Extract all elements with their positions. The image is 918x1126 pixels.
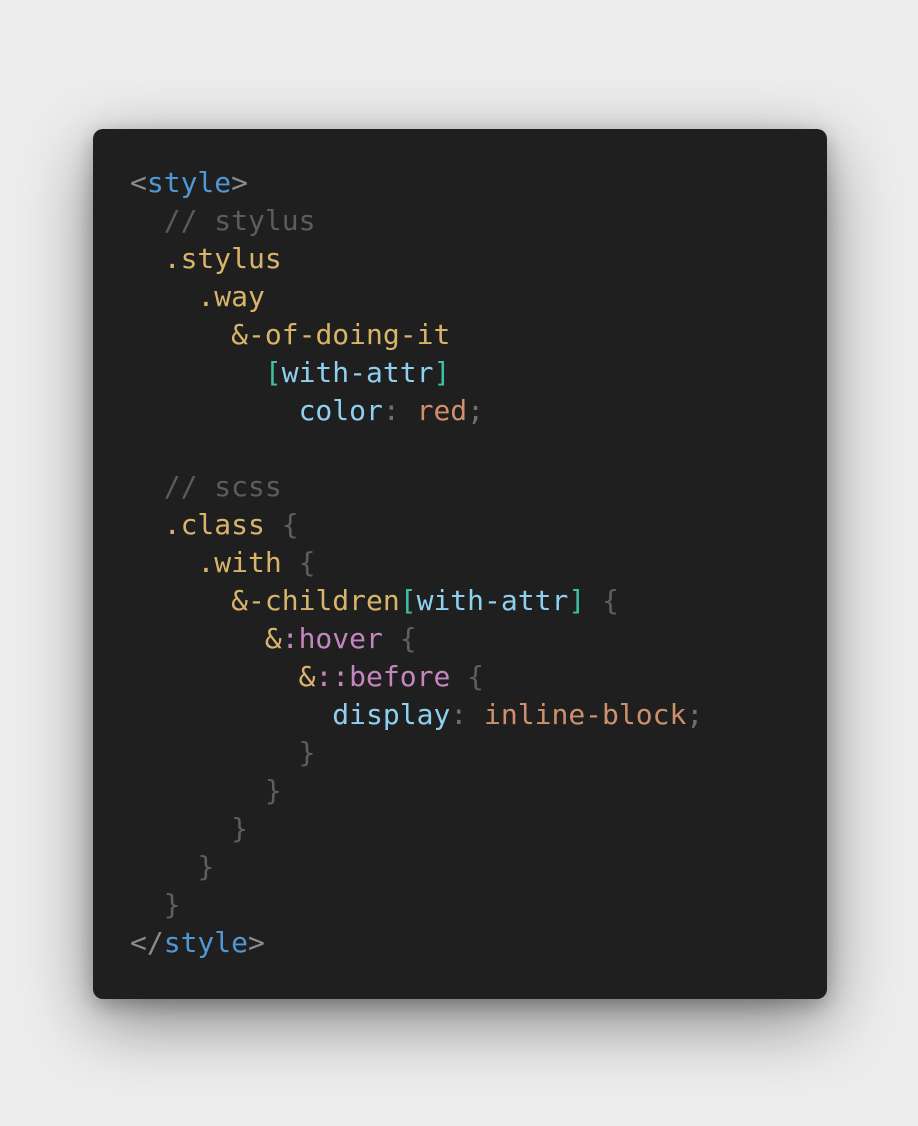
code-line: } <box>130 886 703 924</box>
code-token-brace: { <box>602 584 619 617</box>
code-block: <style> // stylus .stylus .way &-of-doin… <box>130 164 703 962</box>
code-token-value: inline-block <box>484 698 687 731</box>
code-token-punct: ; <box>686 698 704 731</box>
code-token-ws <box>383 622 400 655</box>
code-token-ws <box>282 546 299 579</box>
code-token-attr: with-attr <box>416 584 569 617</box>
code-token-ws <box>130 242 164 275</box>
code-token-selector: .stylus <box>163 242 282 275</box>
code-line: } <box>130 734 703 772</box>
code-line: .with { <box>130 544 703 582</box>
code-token-ws <box>130 470 164 503</box>
code-token-selector: .way <box>197 280 265 313</box>
code-line: // scss <box>130 468 703 506</box>
code-token-ws <box>585 584 602 617</box>
code-token-tagpunct: > <box>248 926 265 959</box>
code-line: </style> <box>130 924 703 962</box>
code-token-brace: } <box>197 850 215 883</box>
code-token-ws <box>130 698 332 731</box>
code-token-selector: &-of-doing-it <box>231 318 451 351</box>
code-token-amp: & <box>264 622 282 655</box>
code-token-bracket: ] <box>433 356 451 389</box>
code-token-ws <box>130 204 164 237</box>
code-line: &-children[with-attr] { <box>130 582 703 620</box>
code-line: color: red; <box>130 392 703 430</box>
code-token-prop: color <box>298 394 383 427</box>
code-token-ws <box>130 318 231 351</box>
code-token-ws <box>450 660 467 693</box>
code-token-bracket: [ <box>264 356 282 389</box>
code-token-brace: } <box>298 736 316 769</box>
code-token-tagpunct: < <box>130 166 147 199</box>
code-token-attr: with-attr <box>281 356 434 389</box>
code-token-tagname: style <box>146 166 232 199</box>
code-token-ws <box>130 660 299 693</box>
code-line: } <box>130 810 703 848</box>
code-token-pseudo: :hover <box>281 622 383 655</box>
code-token-brace: { <box>467 660 485 693</box>
code-token-value: red <box>416 394 468 427</box>
code-token-brace: { <box>281 508 299 541</box>
code-token-ws <box>130 508 164 541</box>
code-token-comment: // stylus <box>163 204 316 237</box>
code-token-bracket: ] <box>568 584 586 617</box>
code-token-punct: : <box>382 394 400 427</box>
code-token-tagpunct: </ <box>130 926 164 959</box>
code-token-ws <box>130 774 265 807</box>
code-token-prop: display <box>332 698 451 731</box>
code-token-selector: &-children <box>231 584 400 617</box>
code-token-brace: { <box>399 622 417 655</box>
code-token-tagname: style <box>163 926 249 959</box>
code-line: // stylus <box>130 202 703 240</box>
code-token-pseudo: ::before <box>315 660 451 693</box>
code-token-ws <box>130 356 265 389</box>
code-line: [with-attr] <box>130 354 703 392</box>
code-snippet-card: <style> // stylus .stylus .way &-of-doin… <box>93 129 827 999</box>
code-token-brace: } <box>231 812 249 845</box>
code-token-punct: ; <box>467 394 485 427</box>
code-line: .way <box>130 278 703 316</box>
code-token-ws <box>130 280 197 313</box>
code-line: &-of-doing-it <box>130 316 703 354</box>
code-token-ws <box>400 394 417 427</box>
code-token-brace: } <box>264 774 282 807</box>
code-token-brace: } <box>163 888 181 921</box>
code-line: display: inline-block; <box>130 696 703 734</box>
code-line: .class { <box>130 506 703 544</box>
code-token-selector: .class <box>163 508 265 541</box>
code-token-brace: { <box>298 546 316 579</box>
code-token-ws <box>130 888 164 921</box>
code-token-tagpunct: > <box>231 166 249 199</box>
code-token-ws <box>467 698 484 731</box>
code-line: &:hover { <box>130 620 703 658</box>
code-token-ws <box>130 622 265 655</box>
code-token-ws <box>130 394 299 427</box>
code-token-comment: // scss <box>163 470 282 503</box>
code-line: .stylus <box>130 240 703 278</box>
code-token-ws <box>130 812 231 845</box>
code-line: <style> <box>130 164 703 202</box>
code-token-ws <box>130 736 299 769</box>
code-token-ws <box>130 546 197 579</box>
code-token-bracket: [ <box>399 584 417 617</box>
code-token-amp: & <box>298 660 316 693</box>
code-token-selector: .with <box>197 546 282 579</box>
code-token-punct: : <box>450 698 468 731</box>
code-token-ws <box>130 850 197 883</box>
code-token-ws <box>130 584 231 617</box>
code-token-ws <box>265 508 282 541</box>
code-line: &::before { <box>130 658 703 696</box>
code-line: } <box>130 848 703 886</box>
code-line: } <box>130 772 703 810</box>
